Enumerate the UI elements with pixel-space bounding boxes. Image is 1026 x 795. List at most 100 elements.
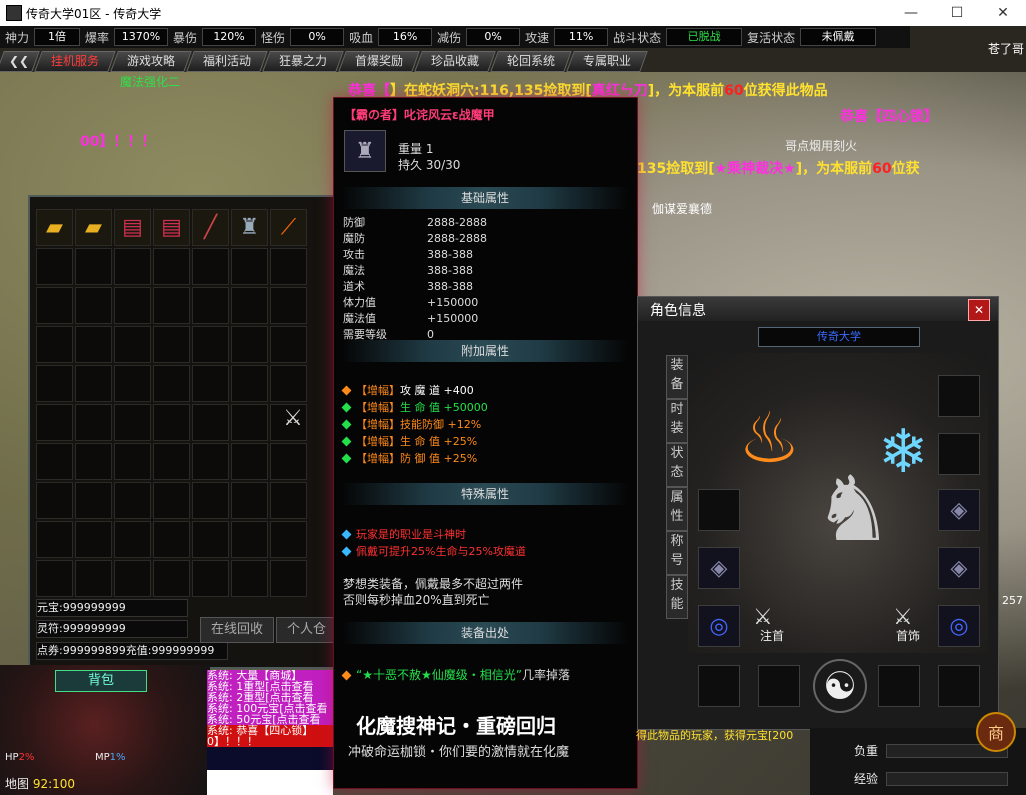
tab-reincarnation[interactable]: 轮回系统	[490, 51, 572, 72]
bag-slot[interactable]	[114, 287, 151, 324]
tab-exclusive-class[interactable]: 专属职业	[566, 51, 648, 72]
scroll-icon[interactable]: ▤	[153, 209, 190, 246]
bag-slot[interactable]	[36, 443, 73, 480]
bag-slot[interactable]	[114, 482, 151, 519]
bag-slot[interactable]	[36, 404, 73, 441]
flame-sword-icon[interactable]: ⟋	[270, 209, 307, 246]
tab-welfare[interactable]: 福利活动	[186, 51, 268, 72]
npc-name-1[interactable]: 魔法强化二	[120, 73, 180, 90]
chat-log[interactable]: 系统: 大量【商城】 系统: 1重型[点击查看 系统: 2重型[点击查看 系统:…	[207, 670, 333, 770]
bag-slot[interactable]	[114, 521, 151, 558]
gold-bar-icon[interactable]: ▰	[75, 209, 112, 246]
bag-slot[interactable]	[270, 482, 307, 519]
bag-slot[interactable]	[192, 365, 229, 402]
bag-slot[interactable]	[270, 560, 307, 597]
bag-slot[interactable]	[153, 287, 190, 324]
sword-icon[interactable]: ╱	[192, 209, 229, 246]
bag-slot[interactable]	[231, 248, 268, 285]
bag-slot[interactable]	[75, 443, 112, 480]
bag-tab[interactable]: 背包	[55, 670, 147, 692]
bag-slot[interactable]	[231, 443, 268, 480]
tab-collection[interactable]: 珍品收藏	[414, 51, 496, 72]
nav-back-button[interactable]: ❮❮	[0, 51, 40, 72]
bag-slot[interactable]	[114, 248, 151, 285]
bag-slot[interactable]	[36, 560, 73, 597]
bag-slot[interactable]	[192, 287, 229, 324]
bag-slot[interactable]	[192, 326, 229, 363]
bag-slot[interactable]	[36, 365, 73, 402]
axe-item-icon[interactable]: ⚔	[278, 403, 308, 433]
bag-slot[interactable]	[153, 482, 190, 519]
bag-slot[interactable]	[192, 404, 229, 441]
tab-equipment[interactable]: 装备	[666, 355, 688, 399]
maximize-button[interactable]: ☐	[934, 0, 980, 26]
online-recycle-button[interactable]: 在线回收	[200, 617, 275, 643]
bag-slot[interactable]	[192, 560, 229, 597]
bag-slot[interactable]	[75, 326, 112, 363]
slot-gem[interactable]	[878, 665, 920, 707]
tab-hangup-service[interactable]: 挂机服务	[34, 51, 116, 72]
close-icon[interactable]: ✕	[968, 299, 990, 321]
bag-slot[interactable]	[36, 248, 73, 285]
bag-slot[interactable]	[153, 443, 190, 480]
chat-input[interactable]	[207, 770, 333, 795]
character-panel-header[interactable]: 角色信息 ✕	[638, 297, 998, 321]
minimize-button[interactable]: —	[888, 0, 934, 26]
bag-slot[interactable]	[270, 443, 307, 480]
bag-slot[interactable]	[75, 365, 112, 402]
bag-slot[interactable]	[270, 365, 307, 402]
bag-slot[interactable]	[114, 443, 151, 480]
bag-slot[interactable]	[153, 326, 190, 363]
bag-slot[interactable]	[153, 365, 190, 402]
bag-slot[interactable]	[114, 326, 151, 363]
tab-guide[interactable]: 游戏攻略	[110, 51, 192, 72]
bag-slot[interactable]	[36, 482, 73, 519]
bag-slot[interactable]	[270, 521, 307, 558]
yinyang-icon[interactable]: ☯	[813, 659, 867, 713]
bag-slot[interactable]	[231, 404, 268, 441]
gold-bar-icon[interactable]: ▰	[36, 209, 73, 246]
tab-skills[interactable]: 技能	[666, 575, 688, 619]
bag-slot[interactable]	[231, 365, 268, 402]
tab-first-drop[interactable]: 首爆奖励	[338, 51, 420, 72]
tab-berserk[interactable]: 狂暴之力	[262, 51, 344, 72]
bag-slot[interactable]	[153, 248, 190, 285]
bag-slot[interactable]	[114, 365, 151, 402]
bag-slot[interactable]	[231, 326, 268, 363]
bag-slot[interactable]	[231, 287, 268, 324]
bag-slot[interactable]	[270, 248, 307, 285]
bag-slot[interactable]	[192, 482, 229, 519]
bag-slot[interactable]	[270, 326, 307, 363]
bag-slot[interactable]	[75, 482, 112, 519]
npc-name-3[interactable]: 伽谋爱襄德	[652, 200, 712, 217]
slot-charm[interactable]	[938, 665, 980, 707]
shop-icon[interactable]: 商	[976, 712, 1016, 752]
bag-slot[interactable]	[192, 443, 229, 480]
slot-boots[interactable]	[758, 665, 800, 707]
bag-slot[interactable]	[114, 560, 151, 597]
npc-name-2[interactable]: 哥点烟用刻火	[785, 137, 857, 154]
bag-slot[interactable]	[231, 560, 268, 597]
bag-slot[interactable]	[192, 521, 229, 558]
bracelet-icon[interactable]: ◈	[698, 547, 740, 589]
bag-slot[interactable]	[153, 404, 190, 441]
bag-slot[interactable]	[192, 248, 229, 285]
bag-slot[interactable]	[153, 560, 190, 597]
bag-slot[interactable]	[75, 404, 112, 441]
ring-icon[interactable]: ◎	[698, 605, 740, 647]
bag-slot[interactable]	[231, 482, 268, 519]
close-button[interactable]: ✕	[980, 0, 1026, 26]
bag-slot[interactable]	[36, 521, 73, 558]
bracelet-icon[interactable]: ◈	[938, 547, 980, 589]
bag-slot[interactable]	[36, 326, 73, 363]
bracelet-icon[interactable]: ◈	[938, 489, 980, 531]
bag-slot[interactable]	[36, 287, 73, 324]
bag-slot[interactable]	[270, 287, 307, 324]
slot-necklace[interactable]	[938, 433, 980, 475]
tab-title[interactable]: 称号	[666, 531, 688, 575]
bag-slot[interactable]	[75, 248, 112, 285]
tab-status[interactable]: 状态	[666, 443, 688, 487]
bag-slot[interactable]	[231, 521, 268, 558]
slot-belt[interactable]	[698, 665, 740, 707]
scroll-icon[interactable]: ▤	[114, 209, 151, 246]
